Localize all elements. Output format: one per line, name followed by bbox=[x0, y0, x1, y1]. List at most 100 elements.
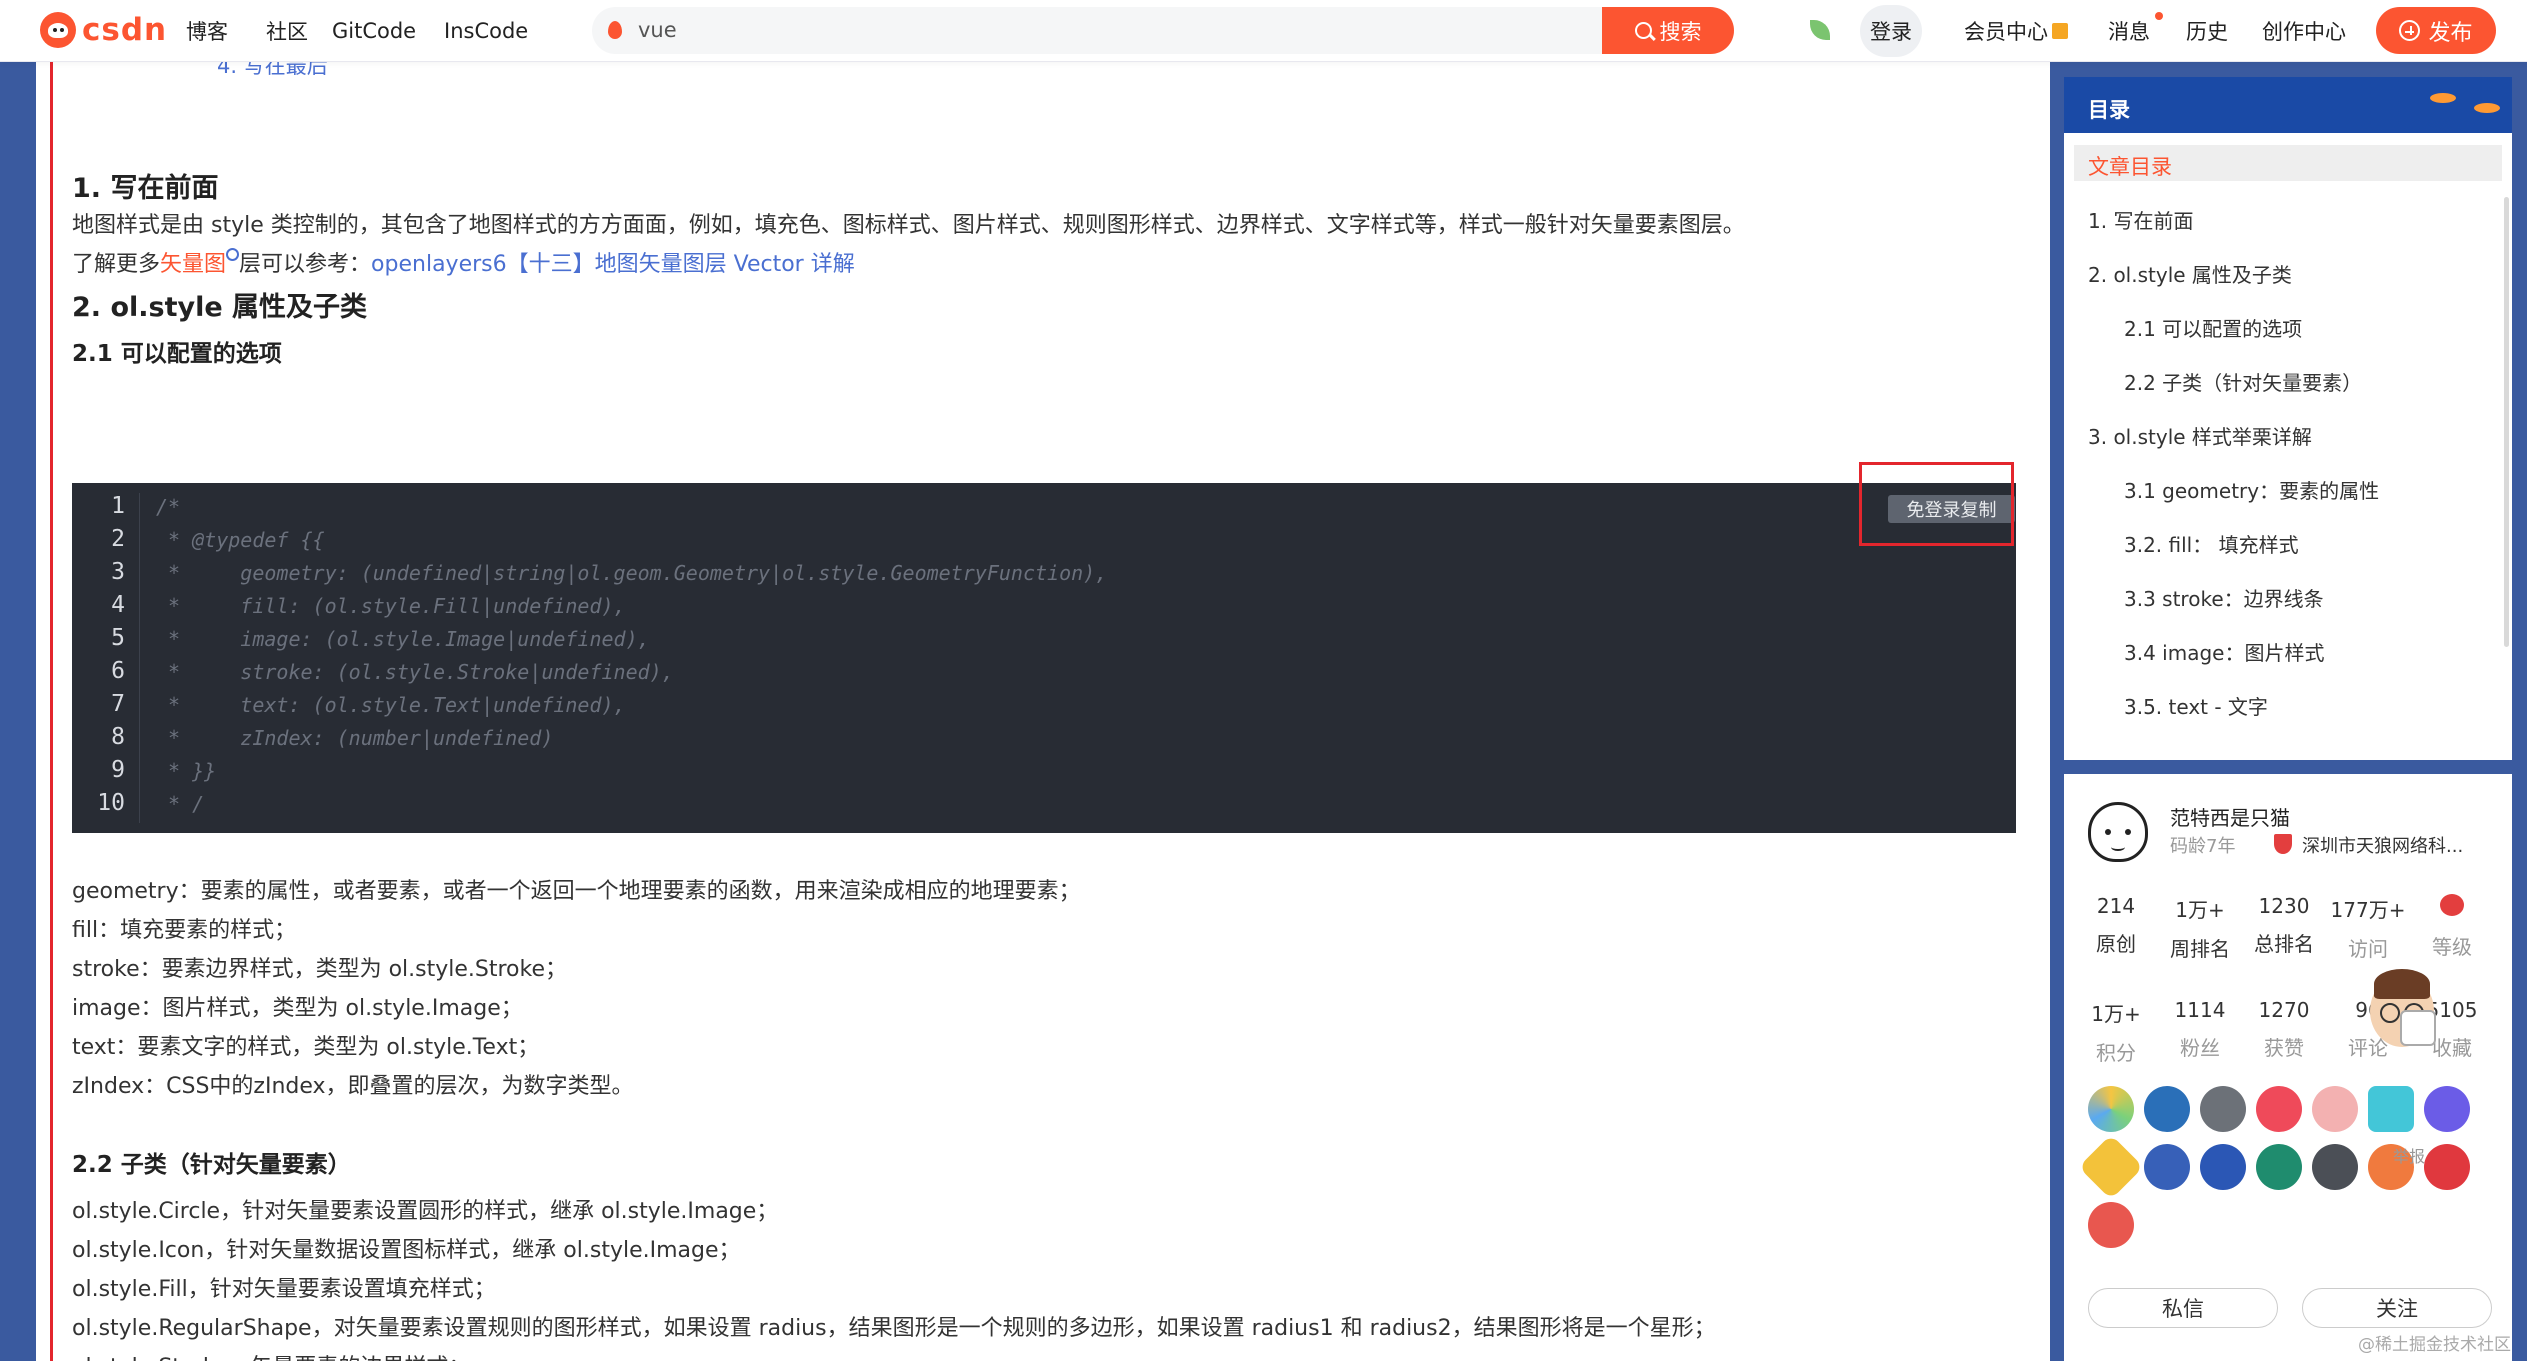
content-gutter bbox=[2050, 62, 2064, 1361]
badge-icon[interactable] bbox=[2256, 1086, 2302, 1132]
follow-label: 关注 bbox=[2376, 1297, 2418, 1321]
badge-icon[interactable] bbox=[2312, 1086, 2358, 1132]
avatar[interactable] bbox=[2088, 802, 2148, 862]
login-label: 登录 bbox=[1870, 20, 1912, 44]
nav-inscode-label: InsCode bbox=[444, 19, 529, 43]
badge-icon[interactable] bbox=[2312, 1144, 2358, 1190]
subclass-line: ol.style.Stroke，矢量要素的边界样式； bbox=[72, 1349, 470, 1361]
badge-icon[interactable] bbox=[2144, 1144, 2190, 1190]
search-button[interactable]: 搜索 bbox=[1602, 7, 1734, 54]
stat-likes[interactable]: 1270 获赞 bbox=[2242, 998, 2326, 1061]
toc-item[interactable]: 3.5. text - 文字 bbox=[2124, 691, 2268, 720]
badge-icon[interactable] bbox=[2088, 1202, 2134, 1248]
stat-value: 1114 bbox=[2174, 998, 2226, 1022]
toc-item[interactable]: 3.3 stroke：边界线条 bbox=[2124, 583, 2324, 612]
stat-points[interactable]: 1万+ 积分 bbox=[2074, 998, 2158, 1066]
stat-label: 获赞 bbox=[2264, 1036, 2304, 1060]
toc-item[interactable]: 3.2. fill： 填充样式 bbox=[2124, 529, 2299, 558]
line-number: 6 bbox=[111, 658, 125, 684]
stat-fans[interactable]: 1114 粉丝 bbox=[2158, 998, 2242, 1061]
top-navbar: csdn 博客 社区 GitCode InsCode 搜索 登录 会员中心 消息… bbox=[0, 0, 2527, 62]
toc-item[interactable]: 2.2 子类（针对矢量要素） bbox=[2124, 367, 2362, 396]
nav-community[interactable]: 社区 bbox=[266, 0, 308, 62]
nav-inscode[interactable]: InsCode bbox=[444, 0, 528, 62]
code-line: * / bbox=[156, 792, 205, 816]
csdn-mascot-icon bbox=[40, 12, 76, 48]
reference-link[interactable]: openlayers6【十三】地图矢量图层 Vector 详解 bbox=[371, 252, 855, 277]
report-label[interactable]: 举报 bbox=[2393, 1143, 2425, 1167]
desc-line: image：图片样式，类型为 ol.style.Image； bbox=[72, 996, 523, 1021]
toc-item[interactable]: 1. 写在前面 bbox=[2088, 205, 2193, 234]
stat-label: 积分 bbox=[2096, 1041, 2136, 1065]
line-number: 9 bbox=[111, 757, 125, 783]
author-organization[interactable]: 深圳市天狼网络科... bbox=[2302, 832, 2463, 858]
stat-level[interactable]: 等级 bbox=[2410, 894, 2494, 960]
reference-prefix: 了解更多 bbox=[72, 252, 161, 277]
badge-icon[interactable] bbox=[2256, 1144, 2302, 1190]
badge-icon[interactable] bbox=[2078, 1134, 2144, 1200]
github-badge-icon[interactable] bbox=[2200, 1086, 2246, 1132]
toc-item[interactable]: 3.1 geometry：要素的属性 bbox=[2124, 475, 2379, 504]
toc-current-section[interactable]: 文章目录 bbox=[2074, 145, 2502, 181]
author-name[interactable]: 范特西是只猫 bbox=[2170, 802, 2290, 831]
creator-center-link[interactable]: 创作中心 bbox=[2262, 0, 2346, 62]
stat-visits[interactable]: 177万+ 访问 bbox=[2326, 894, 2410, 962]
plus-icon bbox=[2399, 20, 2421, 41]
code-block[interactable]: 1 2 3 4 5 6 7 8 9 10 /* * @typedef {{ * … bbox=[72, 483, 2016, 833]
code-line: * zIndex: (number|undefined) bbox=[156, 726, 554, 750]
toc-item[interactable]: 2. ol.style 属性及子类 bbox=[2088, 259, 2292, 288]
author-panel: 范特西是只猫 码龄7年 深圳市天狼网络科... 214 原创 1万+ 周排名 1… bbox=[2064, 774, 2512, 1361]
leaf-icon[interactable] bbox=[1810, 20, 1830, 40]
report-icon[interactable] bbox=[2400, 1010, 2436, 1046]
heading-ol-style: 2. ol.style 属性及子类 bbox=[72, 292, 368, 323]
fish-decoration-icon bbox=[2430, 93, 2456, 103]
history-label: 历史 bbox=[2186, 20, 2228, 44]
toc-item[interactable]: 3. ol.style 样式举栗详解 bbox=[2088, 421, 2312, 450]
desc-line: stroke：要素边界样式，类型为 ol.style.Stroke； bbox=[72, 957, 568, 982]
stat-value bbox=[2410, 894, 2494, 921]
watermark: @稀土掘金技术社区 bbox=[2358, 1335, 2511, 1355]
level-icon bbox=[2440, 894, 2464, 916]
linkedin-badge-icon[interactable] bbox=[2144, 1086, 2190, 1132]
search-box bbox=[592, 7, 1734, 54]
nav-blog[interactable]: 博客 bbox=[186, 0, 228, 62]
author-code-age: 码龄7年 bbox=[2170, 836, 2236, 857]
history-link[interactable]: 历史 bbox=[2186, 0, 2228, 62]
badge-icon[interactable] bbox=[2200, 1144, 2246, 1190]
search-input[interactable] bbox=[638, 7, 1538, 54]
code-line-numbers: 1 2 3 4 5 6 7 8 9 10 bbox=[72, 493, 140, 823]
toc-item[interactable]: 2.1 可以配置的选项 bbox=[2124, 313, 2302, 342]
keyword-link[interactable]: 矢量图 bbox=[160, 252, 226, 277]
heading-subclasses: 2.2 子类（针对矢量要素） bbox=[72, 1152, 351, 1178]
stat-label: 访问 bbox=[2348, 937, 2388, 961]
stat-total-rank[interactable]: 1230 总排名 bbox=[2242, 894, 2326, 957]
csdn-logo[interactable]: csdn bbox=[40, 10, 167, 50]
stat-value: 214 bbox=[2096, 894, 2136, 918]
publish-button[interactable]: 发布 bbox=[2376, 7, 2496, 54]
line-number: 1 bbox=[111, 493, 125, 519]
code-line: * @typedef {{ bbox=[156, 528, 325, 552]
follow-button[interactable]: 关注 bbox=[2302, 1288, 2492, 1328]
member-center-link[interactable]: 会员中心 bbox=[1964, 0, 2068, 62]
badge-icon[interactable] bbox=[2088, 1086, 2134, 1132]
toc-title: 目录 bbox=[2088, 98, 2130, 122]
toc-scrollbar[interactable] bbox=[2504, 197, 2509, 647]
login-button[interactable]: 登录 bbox=[1860, 5, 1922, 57]
badge-icon[interactable] bbox=[2368, 1086, 2414, 1132]
nav-gitcode[interactable]: GitCode bbox=[332, 0, 416, 62]
message-button[interactable]: 私信 bbox=[2088, 1288, 2278, 1328]
toc-cut-item[interactable]: 4. 写在最后 bbox=[217, 62, 328, 80]
stat-original[interactable]: 214 原创 bbox=[2074, 894, 2158, 957]
code-line: * text: (ol.style.Text|undefined), bbox=[156, 693, 626, 717]
stat-label: 周排名 bbox=[2170, 937, 2230, 961]
nav-community-label: 社区 bbox=[266, 20, 308, 44]
keyword-search-icon[interactable] bbox=[226, 248, 240, 261]
stat-value: 177万+ bbox=[2330, 898, 2406, 922]
messages-link[interactable]: 消息 bbox=[2108, 0, 2150, 62]
toc-item[interactable]: 3.4 image：图片样式 bbox=[2124, 637, 2324, 666]
badge-icon[interactable] bbox=[2424, 1086, 2470, 1132]
stat-weekly-rank[interactable]: 1万+ 周排名 bbox=[2158, 894, 2242, 962]
badge-icon[interactable] bbox=[2424, 1144, 2470, 1190]
notification-dot bbox=[2155, 12, 2163, 20]
fish-decoration-icon bbox=[2474, 103, 2500, 113]
